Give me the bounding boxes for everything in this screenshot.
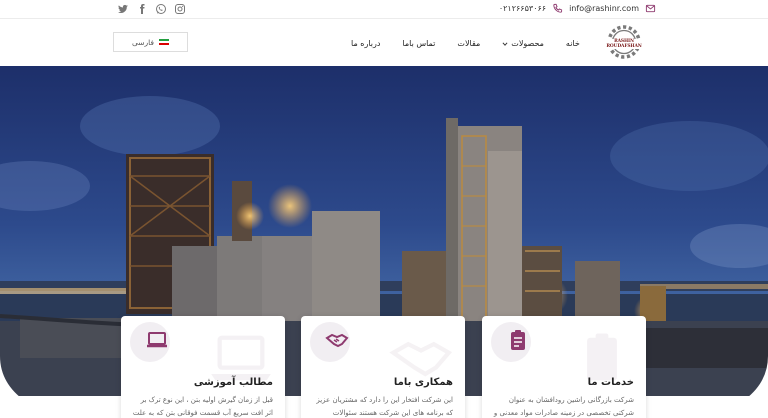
nav-articles-label: مقالات [457,39,481,48]
iran-flag-icon [159,38,170,46]
card-education[interactable]: مطالب آموزشی قبل از زمان گیرش اولیه بتن … [121,316,285,418]
phone-icon [553,3,563,13]
clipboard-list-icon [511,330,525,350]
card-text: قبل از زمان گیرش اولیه بتن ، این نوع ترک… [132,396,273,417]
nav-about-label: درباره ما [351,39,381,48]
language-selector[interactable]: فارسی [113,32,188,52]
laptop-icon [147,332,167,348]
card-title: مطالب آموزشی [193,377,273,388]
card-cooperation[interactable]: همکاری باما این شرکت افتخار این را دارد … [301,316,465,418]
logo-text: RASHIN ROUDAFSHAN [599,39,649,49]
handshake-icon [325,333,349,348]
top-bar: ۰۲۱۲۶۶۵۳۰۶۶ info@rashinr.com [0,0,768,19]
instagram-icon[interactable] [174,3,186,15]
language-label: فارسی [131,37,155,47]
header: فارسی خانه محصولات مقالات تماس باما دربا… [0,19,768,66]
nav-products-label: محصولات [511,39,544,48]
chevron-down-icon [502,41,508,46]
card-title: خدمات ما [587,377,634,388]
phone-number[interactable]: ۰۲۱۲۶۶۵۳۰۶۶ [499,4,546,13]
nav-item-articles[interactable]: مقالات [446,39,491,48]
nav-home-label: خانه [565,39,580,48]
main-nav: خانه محصولات مقالات تماس باما درباره ما [340,39,580,48]
facebook-icon[interactable] [136,3,148,15]
card-text: این شرکت افتخار این را دارد که مشتریان ع… [316,396,453,417]
twitter-icon[interactable] [117,3,129,15]
nav-item-home[interactable]: خانه [555,39,580,48]
mail-icon [645,4,656,13]
nav-item-contact[interactable]: تماس باما [391,39,446,48]
card-services[interactable]: خدمات ما شرکت بازرگانی راشین رودافشان به… [482,316,646,418]
card-title: همکاری باما [393,377,453,388]
nav-contact-label: تماس باما [402,39,436,48]
whatsapp-icon[interactable] [155,3,167,15]
social-links [117,3,186,15]
email-address[interactable]: info@rashinr.com [569,4,639,13]
nav-item-about[interactable]: درباره ما [340,39,391,48]
site-logo[interactable]: RASHIN ROUDAFSHAN [599,23,649,63]
card-text: شرکت بازرگانی راشین رودافشان به عنوان شر… [493,396,634,417]
nav-item-products[interactable]: محصولات [491,39,555,48]
page: ۰۲۱۲۶۶۵۳۰۶۶ info@rashinr.com فارسی خانه … [0,0,768,418]
contact-info: ۰۲۱۲۶۶۵۳۰۶۶ info@rashinr.com [499,3,656,14]
